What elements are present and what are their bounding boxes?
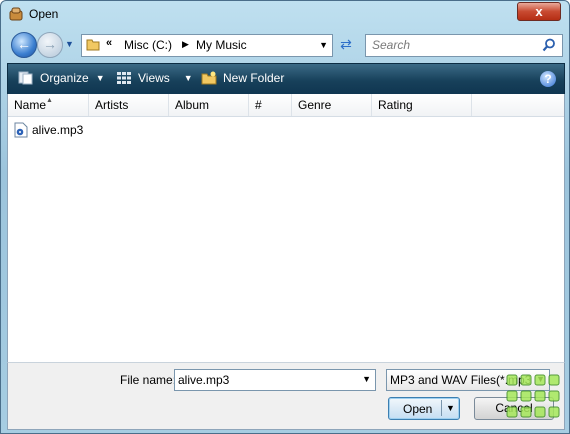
close-button[interactable]: x [517, 2, 561, 21]
new-folder-label: New Folder [223, 71, 285, 85]
column-album[interactable]: Album [169, 94, 249, 116]
new-folder-icon [201, 71, 217, 85]
file-name-field[interactable]: alive.mp3 ▼ [174, 369, 376, 391]
audio-file-icon [14, 122, 28, 138]
file-row[interactable]: alive.mp3 [14, 122, 83, 138]
breadcrumb-overflow-icon[interactable]: « [106, 37, 112, 49]
window-title: Open [29, 7, 59, 21]
forward-button[interactable]: → [37, 32, 63, 58]
command-toolbar: Organize ▼ Views ▼ New Folder ? [7, 63, 565, 96]
search-placeholder: Search [372, 38, 411, 52]
search-icon[interactable] [542, 38, 556, 52]
address-dropdown-icon[interactable]: ▼ [319, 40, 328, 50]
views-dropdown-icon: ▼ [183, 73, 193, 83]
folder-icon [86, 39, 100, 51]
watermark-logo [506, 374, 560, 418]
navigation-bar: ← → ▼ « Misc (C:) ▶ My Music ▼ ⇄ Search [7, 31, 563, 59]
open-dialog: Open x ← → ▼ « Misc (C:) ▶ My Music ▼ ⇄ … [0, 0, 570, 434]
file-list[interactable]: ▲ Name Artists Album # Genre Rating aliv… [7, 94, 565, 363]
column-artists[interactable]: Artists [89, 94, 169, 116]
open-options-dropdown-icon[interactable]: ▼ [446, 403, 455, 413]
file-name: alive.mp3 [32, 123, 84, 137]
views-icon [117, 72, 131, 84]
refresh-button[interactable]: ⇄ [335, 34, 357, 55]
recent-pages-dropdown-icon[interactable]: ▼ [65, 39, 74, 49]
column-name[interactable]: ▲ Name [8, 94, 89, 116]
open-split-divider [441, 400, 442, 416]
views-label: Views [138, 71, 170, 85]
column-rating[interactable]: Rating [372, 94, 472, 116]
file-name-value: alive.mp3 [178, 373, 230, 387]
app-icon [9, 7, 23, 21]
organize-label: Organize [40, 71, 89, 85]
column-number[interactable]: # [249, 94, 292, 116]
breadcrumb-separator-icon[interactable]: ▶ [182, 39, 189, 50]
search-input[interactable]: Search [365, 34, 563, 57]
column-header-row: ▲ Name Artists Album # Genre Rating [8, 94, 564, 117]
title-bar[interactable]: Open x [1, 1, 569, 27]
organize-menu[interactable]: Organize ▼ [18, 71, 105, 85]
address-bar[interactable]: « Misc (C:) ▶ My Music ▼ [81, 34, 333, 57]
back-button[interactable]: ← [11, 32, 37, 58]
sort-ascending-icon: ▲ [46, 97, 53, 104]
dialog-footer: File name: alive.mp3 ▼ MP3 and WAV Files… [7, 362, 565, 430]
file-name-label: File name: [120, 373, 177, 387]
breadcrumb-drive[interactable]: Misc (C:) [124, 38, 172, 52]
new-folder-button[interactable]: New Folder [201, 71, 284, 85]
help-icon[interactable]: ? [540, 71, 556, 87]
open-button[interactable]: Open ▼ [388, 397, 460, 420]
open-label: Open [403, 402, 433, 416]
breadcrumb-my-music[interactable]: My Music [196, 38, 247, 52]
file-name-dropdown-icon[interactable]: ▼ [362, 374, 371, 384]
organize-dropdown-icon: ▼ [95, 73, 105, 83]
organize-icon [18, 71, 33, 85]
views-menu[interactable]: Views ▼ [116, 71, 193, 85]
column-genre[interactable]: Genre [292, 94, 372, 116]
